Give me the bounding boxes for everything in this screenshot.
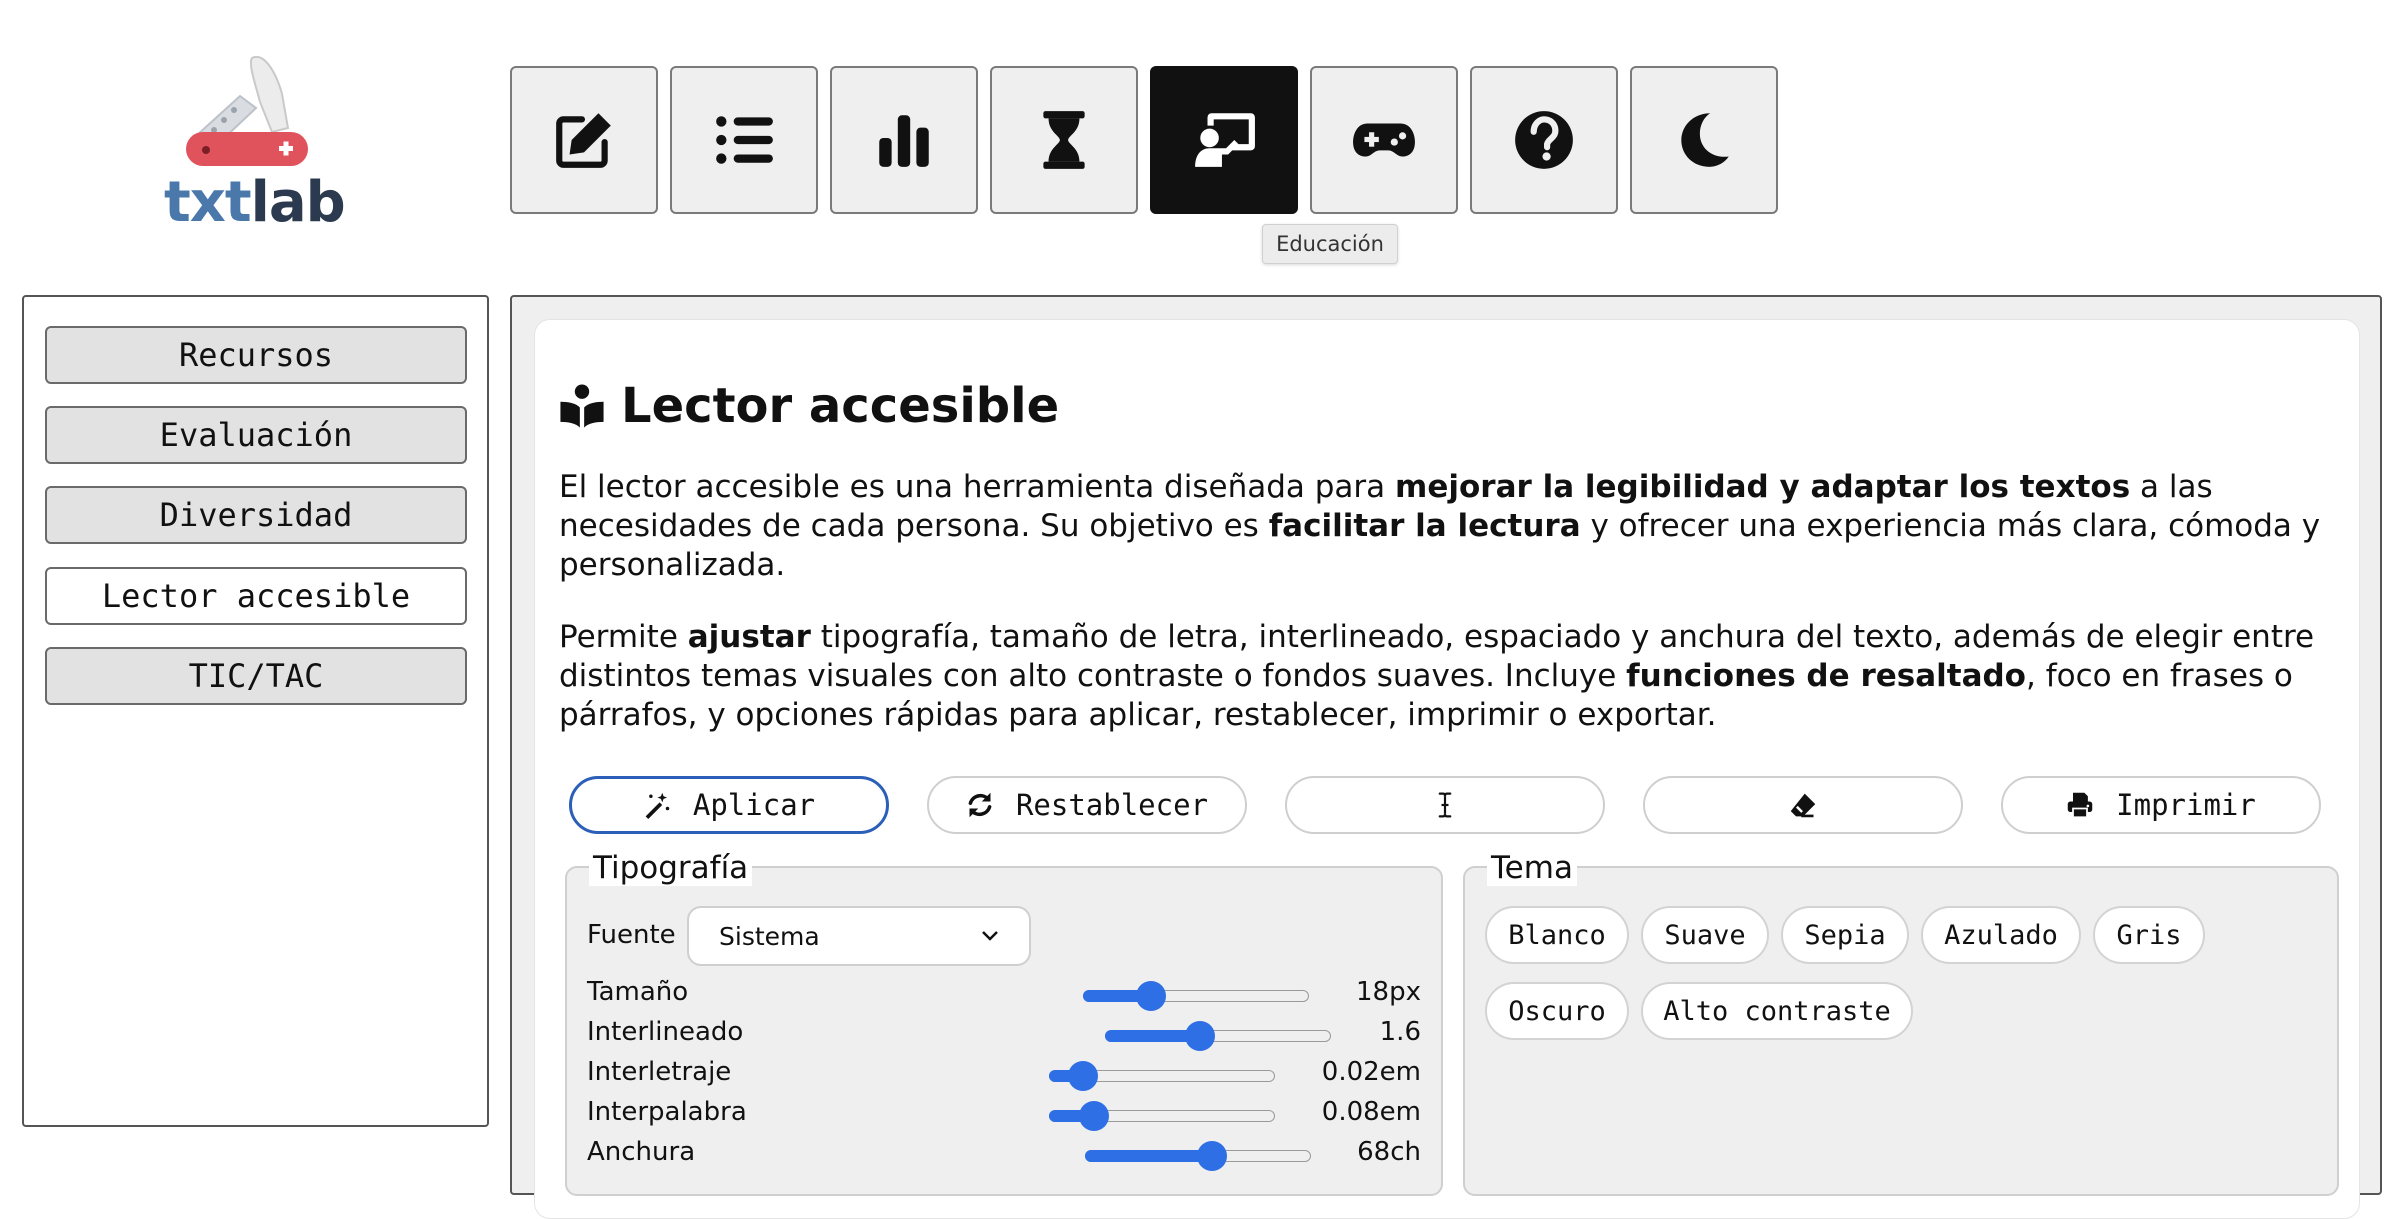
focus-mode-button[interactable] [1285, 776, 1605, 834]
font-label: Fuente [587, 920, 676, 950]
chevron-down-icon [982, 931, 998, 941]
theme-alto-contraste-button[interactable]: Alto contraste [1641, 982, 1913, 1040]
tool-games-button[interactable] [1310, 66, 1458, 214]
tool-edit-button[interactable] [510, 66, 658, 214]
eraser-icon [1790, 793, 1816, 818]
sidebar: Recursos Evaluación Diversidad Lector ac… [22, 295, 489, 1127]
print-button[interactable]: Imprimir [2001, 776, 2321, 834]
magic-wand-icon [645, 792, 670, 819]
sidebar-item-lector-accesible[interactable]: Lector accesible [45, 567, 467, 625]
tooltip: Educación [1262, 224, 1398, 264]
tool-stats-button[interactable] [830, 66, 978, 214]
tool-list-button[interactable] [670, 66, 818, 214]
width-value: 68ch [1357, 1137, 1421, 1167]
bar-chart-icon [879, 115, 929, 167]
typography-fieldset: Tipografía Fuente Sistema Tamaño 18px In… [565, 850, 1443, 1196]
slider-thumb[interactable] [1196, 1141, 1227, 1171]
theme-oscuro-button[interactable]: Oscuro [1485, 982, 1629, 1040]
line-height-label: Interlineado [587, 1017, 744, 1047]
reset-button[interactable]: Restablecer [927, 776, 1247, 834]
swiss-knife-icon [186, 55, 308, 166]
refresh-icon [968, 792, 992, 818]
theme-legend: Tema [1487, 850, 1577, 886]
theme-fieldset: Tema Blanco Suave Sepia Azulado Gris Osc… [1463, 850, 2339, 1196]
edit-icon [556, 113, 611, 168]
theme-blanco-button[interactable]: Blanco [1485, 906, 1629, 964]
theme-gris-button[interactable]: Gris [2093, 906, 2205, 964]
question-circle-icon [1515, 111, 1573, 169]
content-card: Lector accesible El lector accesible es … [534, 319, 2360, 1219]
word-spacing-slider[interactable] [1049, 1101, 1275, 1131]
book-reader-icon [560, 384, 604, 428]
letter-spacing-label: Interletraje [587, 1057, 732, 1087]
sidebar-item-diversidad[interactable]: Diversidad [45, 486, 467, 544]
word-spacing-value: 0.08em [1321, 1097, 1421, 1127]
app-logo[interactable]: txtlab [160, 52, 346, 235]
slider-thumb[interactable] [1135, 981, 1166, 1011]
sidebar-item-tic-tac[interactable]: TIC/TAC [45, 647, 467, 705]
intro-paragraph: El lector accesible es una herramienta d… [559, 469, 2321, 583]
width-label: Anchura [587, 1137, 696, 1167]
theme-azulado-button[interactable]: Azulado [1921, 906, 2081, 964]
page-heading: Lector accesible [559, 378, 1059, 434]
sidebar-item-evaluacion[interactable]: Evaluación [45, 406, 467, 464]
printer-icon [2067, 792, 2093, 819]
line-height-slider[interactable] [1105, 1021, 1331, 1051]
tool-dark-mode-button[interactable] [1630, 66, 1778, 214]
slider-thumb[interactable] [1067, 1061, 1098, 1091]
hourglass-icon [1043, 111, 1085, 169]
apply-button[interactable]: Aplicar [569, 776, 889, 834]
text-cursor-icon [1438, 792, 1452, 818]
tool-education-button[interactable] [1150, 66, 1298, 214]
tool-timer-button[interactable] [990, 66, 1138, 214]
width-slider[interactable] [1085, 1141, 1311, 1171]
moon-icon [1681, 113, 1729, 167]
theme-sepia-button[interactable]: Sepia [1781, 906, 1909, 964]
theme-suave-button[interactable]: Suave [1641, 906, 1769, 964]
tool-help-button[interactable] [1470, 66, 1618, 214]
line-height-value: 1.6 [1379, 1017, 1421, 1047]
logo-wordmark: txtlab [164, 170, 346, 235]
font-select-value: Sistema [719, 921, 820, 951]
slider-fill [1085, 1150, 1212, 1162]
list-icon [716, 116, 773, 164]
size-slider[interactable] [1083, 981, 1309, 1011]
chalkboard-teacher-icon [1195, 113, 1255, 167]
clear-highlight-button[interactable] [1643, 776, 1963, 834]
word-spacing-label: Interpalabra [587, 1097, 747, 1127]
size-value: 18px [1356, 977, 1421, 1007]
slider-thumb[interactable] [1184, 1021, 1215, 1051]
page-title: Lector accesible [621, 378, 1060, 434]
slider-thumb[interactable] [1079, 1101, 1110, 1131]
letter-spacing-value: 0.02em [1321, 1057, 1421, 1087]
main-panel: Lector accesible El lector accesible es … [510, 295, 2382, 1219]
features-paragraph: Permite ajustar tipografía, tamaño de le… [559, 619, 2315, 733]
font-select[interactable]: Sistema [687, 906, 1031, 966]
gamepad-icon [1353, 123, 1415, 157]
letter-spacing-slider[interactable] [1049, 1061, 1275, 1091]
sidebar-item-recursos[interactable]: Recursos [45, 326, 467, 384]
typography-legend: Tipografía [589, 850, 753, 886]
size-label: Tamaño [587, 977, 689, 1007]
